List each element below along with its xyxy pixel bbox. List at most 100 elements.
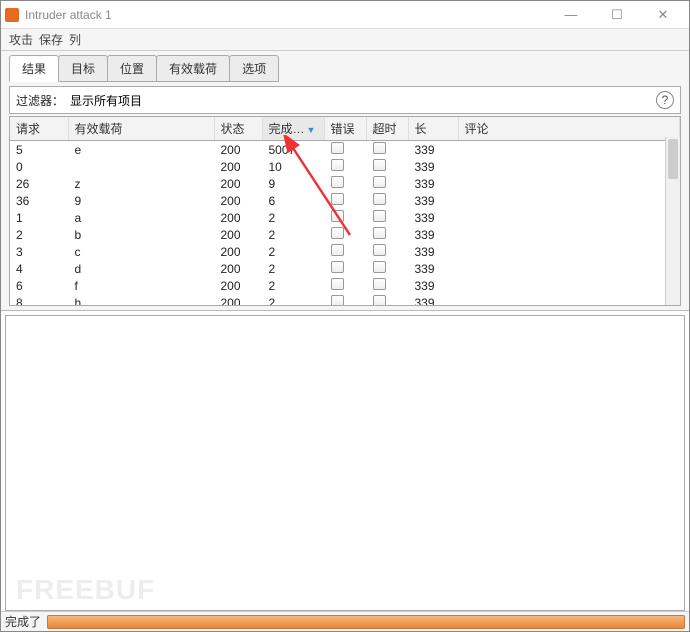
cell-error <box>324 175 366 192</box>
col-length[interactable]: 长 <box>408 117 458 141</box>
cell-timeout <box>366 294 408 306</box>
cell-completed: 2 <box>262 243 324 260</box>
col-comment[interactable]: 评论 <box>458 117 680 141</box>
help-icon[interactable]: ? <box>656 91 674 109</box>
error-checkbox[interactable] <box>331 210 344 222</box>
col-status[interactable]: 状态 <box>214 117 262 141</box>
menu-save[interactable]: 保存 <box>39 31 63 48</box>
timeout-checkbox[interactable] <box>373 210 386 222</box>
error-checkbox[interactable] <box>331 142 344 154</box>
cell-status: 200 <box>214 277 262 294</box>
cell-comment <box>458 158 680 175</box>
vertical-scrollbar[interactable] <box>665 137 680 305</box>
cell-length: 339 <box>408 243 458 260</box>
cell-comment <box>458 277 680 294</box>
cell-payload: d <box>68 260 214 277</box>
table-row[interactable]: 3c2002339 <box>10 243 680 260</box>
error-checkbox[interactable] <box>331 176 344 188</box>
error-checkbox[interactable] <box>331 261 344 273</box>
table-row[interactable]: 5e2005007339 <box>10 141 680 159</box>
menu-attack[interactable]: 攻击 <box>9 31 33 48</box>
cell-error <box>324 226 366 243</box>
cell-status: 200 <box>214 192 262 209</box>
cell-timeout <box>366 226 408 243</box>
col-completed[interactable]: 完成…▼ <box>262 117 324 141</box>
cell-completed: 2 <box>262 294 324 306</box>
error-checkbox[interactable] <box>331 244 344 256</box>
progress-bar <box>47 615 685 629</box>
menu-columns[interactable]: 列 <box>69 31 81 48</box>
cell-request: 5 <box>10 141 68 159</box>
cell-timeout <box>366 141 408 159</box>
timeout-checkbox[interactable] <box>373 278 386 290</box>
cell-comment <box>458 209 680 226</box>
error-checkbox[interactable] <box>331 193 344 205</box>
cell-length: 339 <box>408 209 458 226</box>
cell-payload: a <box>68 209 214 226</box>
timeout-checkbox[interactable] <box>373 193 386 205</box>
tab-results[interactable]: 结果 <box>9 55 59 82</box>
results-table: 请求 有效载荷 状态 完成…▼ 错误 超时 长 评论 5e20050073390… <box>10 117 680 306</box>
cell-length: 339 <box>408 226 458 243</box>
error-checkbox[interactable] <box>331 227 344 239</box>
cell-payload: e <box>68 141 214 159</box>
timeout-checkbox[interactable] <box>373 244 386 256</box>
cell-status: 200 <box>214 226 262 243</box>
error-checkbox[interactable] <box>331 278 344 290</box>
close-button[interactable]: ✕ <box>641 3 685 27</box>
cell-payload: b <box>68 226 214 243</box>
cell-comment <box>458 141 680 159</box>
cell-status: 200 <box>214 260 262 277</box>
timeout-checkbox[interactable] <box>373 159 386 171</box>
cell-timeout <box>366 192 408 209</box>
table-row[interactable]: 26z2009339 <box>10 175 680 192</box>
table-row[interactable]: 1a2002339 <box>10 209 680 226</box>
cell-comment <box>458 260 680 277</box>
col-timeout[interactable]: 超时 <box>366 117 408 141</box>
timeout-checkbox[interactable] <box>373 261 386 273</box>
timeout-checkbox[interactable] <box>373 176 386 188</box>
timeout-checkbox[interactable] <box>373 227 386 239</box>
table-row[interactable]: 4d2002339 <box>10 260 680 277</box>
app-icon <box>5 8 19 22</box>
error-checkbox[interactable] <box>331 295 344 306</box>
cell-status: 200 <box>214 209 262 226</box>
cell-request: 2 <box>10 226 68 243</box>
cell-timeout <box>366 175 408 192</box>
cell-timeout <box>366 209 408 226</box>
cell-request: 1 <box>10 209 68 226</box>
timeout-checkbox[interactable] <box>373 142 386 154</box>
cell-comment <box>458 294 680 306</box>
tab-options[interactable]: 选项 <box>229 55 279 82</box>
error-checkbox[interactable] <box>331 159 344 171</box>
col-request[interactable]: 请求 <box>10 117 68 141</box>
cell-error <box>324 277 366 294</box>
statusbar: 完成了 <box>1 611 689 631</box>
table-row[interactable]: 6f2002339 <box>10 277 680 294</box>
filter-bar[interactable]: 过滤器： 显示所有项目 ? <box>9 86 681 114</box>
col-payload[interactable]: 有效载荷 <box>68 117 214 141</box>
cell-comment <box>458 175 680 192</box>
cell-payload: c <box>68 243 214 260</box>
watermark: FREEBUF <box>16 574 155 606</box>
tab-bar: 结果 目标 位置 有效载荷 选项 <box>9 55 685 82</box>
minimize-button[interactable]: — <box>549 3 593 27</box>
table-row[interactable]: 8h2002339 <box>10 294 680 306</box>
table-row[interactable]: 3692006339 <box>10 192 680 209</box>
cell-timeout <box>366 243 408 260</box>
cell-status: 200 <box>214 158 262 175</box>
cell-length: 339 <box>408 277 458 294</box>
tab-position[interactable]: 位置 <box>107 55 157 82</box>
maximize-button[interactable]: ☐ <box>595 3 639 27</box>
cell-timeout <box>366 277 408 294</box>
tab-payload[interactable]: 有效载荷 <box>156 55 230 82</box>
cell-completed: 10 <box>262 158 324 175</box>
table-row[interactable]: 020010339 <box>10 158 680 175</box>
cell-error <box>324 141 366 159</box>
table-row[interactable]: 2b2002339 <box>10 226 680 243</box>
cell-completed: 2 <box>262 260 324 277</box>
cell-error <box>324 243 366 260</box>
col-error[interactable]: 错误 <box>324 117 366 141</box>
timeout-checkbox[interactable] <box>373 295 386 306</box>
tab-target[interactable]: 目标 <box>58 55 108 82</box>
